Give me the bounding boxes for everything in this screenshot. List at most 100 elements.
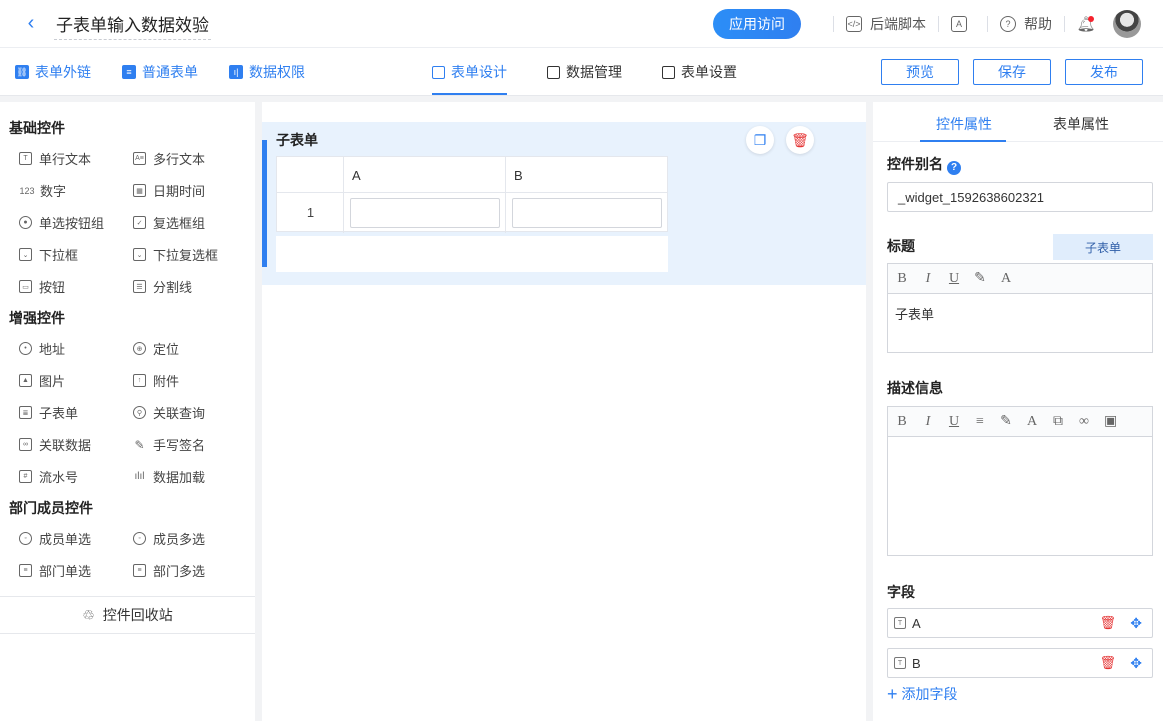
widget-multi-text[interactable]: A≡ 多行文本 xyxy=(133,149,205,168)
subform-icon: ≣ xyxy=(19,406,32,419)
subform-widget[interactable]: 子表单 ❐ 🗑︎ A B 1 xyxy=(262,122,866,285)
bold-icon[interactable]: B xyxy=(896,271,908,287)
title-editor[interactable]: B I U ✎ A 子表单 xyxy=(887,263,1153,353)
trash-icon[interactable]: 🗑︎ xyxy=(1099,615,1116,631)
widget-dept-single[interactable]: ≡ 部门单选 xyxy=(19,561,91,580)
help-label: 帮助 xyxy=(1024,16,1052,32)
widget-number[interactable]: 123 数字 xyxy=(19,181,66,200)
underline-icon[interactable]: U xyxy=(948,271,960,287)
basic-widgets-title: 基础控件 xyxy=(9,120,65,136)
number-icon: 123 xyxy=(19,185,35,196)
widget-button[interactable]: ▭ 按钮 xyxy=(19,277,65,296)
widget-dropdown[interactable]: ⌄ 下拉框 xyxy=(19,245,78,264)
field-row-b[interactable]: T B 🗑︎ ✥ xyxy=(887,648,1153,678)
table-cell xyxy=(506,193,667,233)
add-field-button[interactable]: + 添加字段 xyxy=(887,684,958,704)
form-title[interactable]: 子表单输入数据效验 xyxy=(54,7,211,40)
pencil-icon[interactable]: ✎ xyxy=(1000,413,1012,430)
description-editor[interactable]: B I U ≡ ✎ A ⧉ ∞ ▣ xyxy=(887,406,1153,556)
widget-member-single[interactable]: ◦ 成员单选 xyxy=(19,529,91,548)
widget-datetime[interactable]: ▦ 日期时间 xyxy=(133,181,205,200)
widget-label: 多行文本 xyxy=(153,152,206,167)
widget-attachment[interactable]: ↑ 附件 xyxy=(133,371,179,390)
unlink-icon[interactable]: ∞ xyxy=(1078,414,1090,430)
widget-address[interactable]: • 地址 xyxy=(19,339,65,358)
question-icon[interactable]: ? xyxy=(947,161,961,175)
widget-related-query[interactable]: ⚲ 关联查询 xyxy=(133,403,205,422)
widget-related-data[interactable]: ∞ 关联数据 xyxy=(19,435,91,454)
tab-form-design[interactable]: 表单设计 xyxy=(432,48,507,96)
underline-icon[interactable]: U xyxy=(948,414,960,430)
widget-radio-group[interactable]: ● 单选按钮组 xyxy=(19,213,104,232)
widget-divider[interactable]: ☰ 分割线 xyxy=(133,277,192,296)
widget-serial-number[interactable]: # 流水号 xyxy=(19,467,78,486)
widget-single-text[interactable]: T 单行文本 xyxy=(19,149,91,168)
widget-dept-multi[interactable]: ≡ 部门多选 xyxy=(133,561,205,580)
form-canvas: 子表单 ❐ 🗑︎ A B 1 xyxy=(262,102,866,721)
avatar[interactable] xyxy=(1113,10,1141,38)
subform-table: A B 1 xyxy=(276,156,668,233)
widget-subform[interactable]: ≣ 子表单 xyxy=(19,403,78,422)
save-button[interactable]: 保存 xyxy=(973,59,1051,85)
normal-form-button[interactable]: ≡ 普通表单 xyxy=(122,48,198,96)
widget-label: 成员多选 xyxy=(153,532,206,547)
copy-icon[interactable]: ❐ xyxy=(746,126,774,154)
alias-label: 控件别名? xyxy=(887,154,961,175)
description-editor-toolbar: B I U ≡ ✎ A ⧉ ∞ ▣ xyxy=(888,407,1152,437)
move-icon[interactable]: ✥ xyxy=(1130,615,1142,632)
widget-member-multi[interactable]: ◦ 成员多选 xyxy=(133,529,205,548)
back-arrow-icon[interactable]: ‹ xyxy=(22,12,40,34)
tab-data-management[interactable]: 数据管理 xyxy=(547,48,622,96)
trash-icon[interactable]: 🗑︎ xyxy=(786,126,814,154)
widget-label: 下拉复选框 xyxy=(153,248,219,263)
widget-image[interactable]: ▲ 图片 xyxy=(19,371,65,390)
form-external-link-button[interactable]: ⛓ 表单外链 xyxy=(15,48,91,96)
preview-button[interactable]: 预览 xyxy=(881,59,959,85)
align-left-icon[interactable]: ≡ xyxy=(974,414,986,430)
widget-multi-dropdown[interactable]: ⌄ 下拉复选框 xyxy=(133,245,218,264)
font-size-icon[interactable]: A xyxy=(1026,414,1038,430)
move-icon[interactable]: ✥ xyxy=(1130,655,1142,672)
font-size-icon[interactable]: A xyxy=(1000,271,1012,287)
radio-icon: ● xyxy=(19,216,32,229)
alias-input[interactable]: _widget_1592638602321 xyxy=(887,182,1153,212)
widget-label: 单行文本 xyxy=(39,152,92,167)
contact-card-icon: A xyxy=(951,16,967,32)
link-icon[interactable]: ⧉ xyxy=(1052,414,1064,430)
properties-tabs: 控件属性 表单属性 xyxy=(873,102,1163,142)
field-row-a[interactable]: T A 🗑︎ ✥ xyxy=(887,608,1153,638)
backend-script-link[interactable]: </> 后端脚本 xyxy=(846,14,926,34)
divider xyxy=(938,16,939,32)
tab-form-settings[interactable]: 表单设置 xyxy=(662,48,737,96)
widget-label: 数据加载 xyxy=(153,470,206,485)
title-editor-content[interactable]: 子表单 xyxy=(888,294,1152,333)
data-permission-button[interactable]: ı| 数据权限 xyxy=(229,48,305,96)
widget-signature[interactable]: ✎ 手写签名 xyxy=(133,435,205,454)
text-icon: T xyxy=(894,617,906,629)
italic-icon[interactable]: I xyxy=(922,271,934,287)
widget-panel: 基础控件 T 单行文本 A≡ 多行文本 123 数字 ▦ 日期时间 ● 单选按钮组 ✓ 复选… xyxy=(0,102,255,721)
bold-icon[interactable]: B xyxy=(896,414,908,430)
widget-recycle-bin-button[interactable]: ♲ 控件回收站 xyxy=(0,596,255,634)
column-b-input[interactable] xyxy=(512,198,662,228)
contacts-link[interactable]: A xyxy=(951,16,975,32)
description-editor-content[interactable] xyxy=(888,437,1152,457)
trash-icon[interactable]: 🗑︎ xyxy=(1099,655,1116,671)
user-icon: ◦ xyxy=(19,532,32,545)
widget-location[interactable]: ⊕ 定位 xyxy=(133,339,179,358)
publish-button[interactable]: 发布 xyxy=(1065,59,1143,85)
image-icon[interactable]: ▣ xyxy=(1104,413,1117,430)
pencil-icon[interactable]: ✎ xyxy=(974,270,986,287)
widget-data-load[interactable]: ılıl 数据加载 xyxy=(133,467,206,486)
form-external-link-label: 表单外链 xyxy=(35,64,91,80)
widget-label: 成员单选 xyxy=(39,532,92,547)
app-visit-button[interactable]: 应用访问 xyxy=(713,9,801,39)
help-link[interactable]: ? 帮助 xyxy=(1000,14,1052,34)
users-icon: ◦ xyxy=(133,532,146,545)
italic-icon[interactable]: I xyxy=(922,414,934,430)
bell-icon[interactable]: 🔔︎ xyxy=(1076,15,1096,33)
tab-form-properties[interactable]: 表单属性 xyxy=(1053,114,1109,134)
column-a-input[interactable] xyxy=(350,198,500,228)
tab-widget-properties[interactable]: 控件属性 xyxy=(936,114,992,134)
widget-checkbox-group[interactable]: ✓ 复选框组 xyxy=(133,213,205,232)
